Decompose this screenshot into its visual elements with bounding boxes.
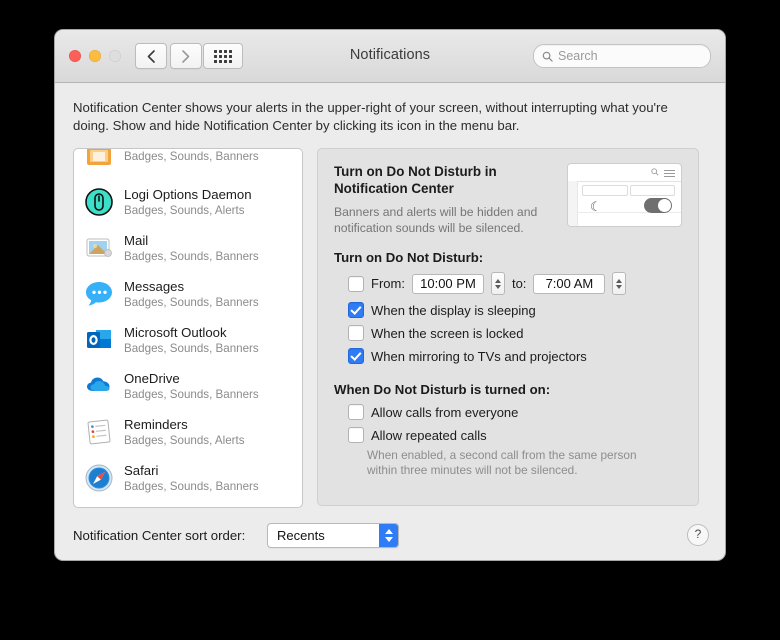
app-name: Reminders <box>124 416 188 432</box>
from-time-field[interactable]: 10:00 PM <box>411 273 484 294</box>
option-display-sleeping-row[interactable]: When the display is sleeping <box>334 302 682 318</box>
option-mirroring-row[interactable]: When mirroring to TVs and projectors <box>334 348 682 364</box>
from-time-stepper[interactable] <box>490 272 505 295</box>
dnd-schedule-section: Turn on Do Not Disturb: From: 10:00 PM t… <box>334 250 682 364</box>
option-allow-calls-row[interactable]: Allow calls from everyone <box>334 404 682 420</box>
dnd-turned-on-section: When Do Not Disturb is turned on: Allow … <box>334 382 682 478</box>
list-item-text: Microsoft Outlook Badges, Sounds, Banner… <box>124 325 259 356</box>
preview-list-icon <box>664 170 675 179</box>
list-item-text: OneDrive Badges, Sounds, Banners <box>124 371 259 402</box>
mirroring-checkbox[interactable] <box>348 348 364 364</box>
repeated-calls-checkbox[interactable] <box>348 427 364 443</box>
schedule-label: Turn on Do Not Disturb: <box>334 250 484 265</box>
screen-locked-checkbox[interactable] <box>348 325 364 341</box>
app-alert-style: Badges, Sounds, Banners <box>124 295 259 309</box>
help-button[interactable]: ? <box>687 524 709 546</box>
logi-options-icon <box>84 187 114 217</box>
option-repeated-calls-row[interactable]: Allow repeated calls <box>334 427 682 443</box>
search-placeholder: Search <box>558 49 598 63</box>
list-item-text: Badges, Sounds, Banners <box>124 149 259 164</box>
preview-sidebar <box>568 181 578 226</box>
system-preferences-window: Notifications Search Notification Center… <box>55 30 725 560</box>
app-alert-style: Badges, Sounds, Banners <box>124 249 259 263</box>
app-alert-style: Badges, Sounds, Banners <box>124 387 259 401</box>
intro-description: Notification Center shows your alerts in… <box>73 100 668 133</box>
list-item[interactable]: Badges, Sounds, Banners <box>74 149 302 179</box>
app-name: Messages <box>124 278 185 294</box>
app-alert-style: Badges, Sounds, Banners <box>124 479 259 493</box>
app-name: Microsoft Outlook <box>124 324 227 340</box>
list-item[interactable]: Messages Badges, Sounds, Banners <box>74 271 302 317</box>
preview-segmented-control <box>582 185 675 196</box>
list-item-text: Logi Options Daemon Badges, Sounds, Aler… <box>124 187 252 218</box>
list-item[interactable]: Microsoft Outlook Badges, Sounds, Banner… <box>74 317 302 363</box>
schedule-time-row: From: 10:00 PM to: 7:00 AM <box>334 272 682 295</box>
list-item-text: Messages Badges, Sounds, Banners <box>124 279 259 310</box>
moon-icon: ☾ <box>590 199 602 214</box>
reminders-icon <box>84 417 114 447</box>
dnd-heading: Turn on Do Not Disturb in Notification C… <box>334 164 497 196</box>
sort-order-label: Notification Center sort order: <box>73 528 246 543</box>
option-screen-locked-row[interactable]: When the screen is locked <box>334 325 682 341</box>
keynote-icon <box>84 149 114 171</box>
screen-locked-label: When the screen is locked <box>371 325 524 341</box>
app-name: Mail <box>124 232 149 248</box>
safari-icon <box>84 463 114 493</box>
to-label: to: <box>511 276 527 291</box>
app-notification-list[interactable]: Badges, Sounds, Banners Logi Options Dae… <box>73 148 303 508</box>
app-alert-style: Badges, Sounds, Alerts <box>124 203 245 217</box>
from-label: From: <box>371 276 405 291</box>
turned-on-label: When Do Not Disturb is turned on: <box>334 382 551 397</box>
allow-calls-checkbox[interactable] <box>348 404 364 420</box>
list-item-text: Safari Badges, Sounds, Banners <box>124 463 259 494</box>
list-item-text: Mail Badges, Sounds, Banners <box>124 233 259 264</box>
app-alert-style: Badges, Sounds, Alerts <box>124 433 245 447</box>
list-item[interactable]: OneDrive Badges, Sounds, Banners <box>74 363 302 409</box>
list-item[interactable]: Mail Badges, Sounds, Banners <box>74 225 302 271</box>
dnd-subtext: Banners and alerts will be hidden and no… <box>334 205 538 235</box>
do-not-disturb-panel: Turn on Do Not Disturb in Notification C… <box>317 148 699 506</box>
app-alert-style: Badges, Sounds, Banners <box>124 150 259 164</box>
messages-icon <box>84 279 114 309</box>
app-name: Safari <box>124 462 159 478</box>
sort-order-value: Recents <box>277 528 325 543</box>
chevron-updown-icon <box>379 524 398 547</box>
preferences-content: Badges, Sounds, Banners Logi Options Dae… <box>55 135 725 508</box>
search-icon <box>542 51 553 62</box>
preview-dnd-toggle <box>644 198 672 213</box>
mail-icon <box>84 233 114 263</box>
list-item[interactable]: Logi Options Daemon Badges, Sounds, Aler… <box>74 179 302 225</box>
search-field[interactable]: Search <box>533 44 711 68</box>
app-name: OneDrive <box>124 370 180 386</box>
to-time-field[interactable]: 7:00 AM <box>533 273 606 294</box>
sort-order-select[interactable]: Recents <box>267 523 399 548</box>
repeated-calls-note: When enabled, a second call from the sam… <box>367 448 637 477</box>
mirroring-label: When mirroring to TVs and projectors <box>371 348 587 364</box>
from-checkbox[interactable] <box>348 275 364 292</box>
app-name: Logi Options Daemon <box>124 186 252 202</box>
app-alert-style: Badges, Sounds, Banners <box>124 341 259 355</box>
to-time-stepper[interactable] <box>612 272 627 295</box>
list-item-text: Reminders Badges, Sounds, Alerts <box>124 417 245 448</box>
display-sleeping-label: When the display is sleeping <box>371 302 536 318</box>
list-item[interactable]: Reminders Badges, Sounds, Alerts <box>74 409 302 455</box>
onedrive-icon <box>84 371 114 401</box>
window-titlebar: Notifications Search <box>55 30 725 83</box>
outlook-icon <box>84 325 114 355</box>
list-item[interactable]: Safari Badges, Sounds, Banners <box>74 455 302 501</box>
preview-search-icon <box>651 168 659 178</box>
notification-center-preview: ☾ <box>567 163 682 227</box>
preview-toolbar <box>568 164 681 182</box>
repeated-calls-label: Allow repeated calls <box>371 427 487 443</box>
display-sleeping-checkbox[interactable] <box>348 302 364 318</box>
allow-calls-label: Allow calls from everyone <box>371 404 519 420</box>
window-bottom-bar: Notification Center sort order: Recents … <box>55 512 725 560</box>
list-item[interactable]: Screen Time Sounds, Banners <box>74 501 302 507</box>
